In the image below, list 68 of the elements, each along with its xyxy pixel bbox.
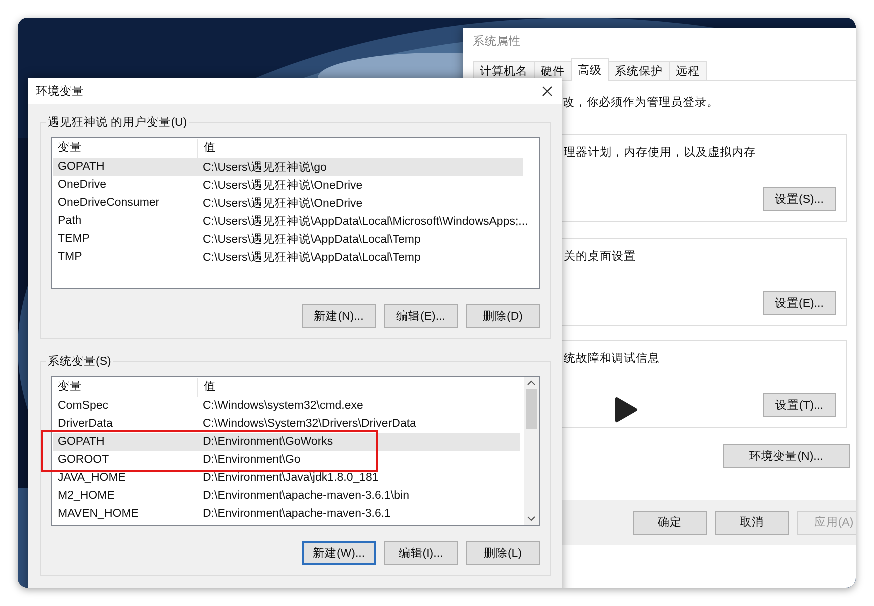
variable-name: M2_HOME [57, 490, 116, 502]
close-icon[interactable] [542, 86, 553, 96]
variable-name: TMP [57, 251, 84, 263]
variable-name: OneDriveConsumer [57, 197, 161, 209]
group-label: 系统变量(S) [46, 354, 114, 369]
group-description: 统故障和调试信息 [564, 352, 661, 367]
settings-button[interactable]: 设置(E)... [763, 291, 836, 315]
group-label: 遇见狂神说 的用户变量(U) [46, 115, 190, 130]
variable-row[interactable]: TEMP C:\Users\遇见狂神说\AppData\Local\Temp [53, 230, 523, 248]
variable-value: C:\Users\遇见狂神说\OneDrive [202, 196, 363, 210]
variable-value: C:\Users\遇见狂神说\AppData\Local\Temp [202, 232, 421, 246]
column-header[interactable]: 值 [198, 139, 216, 158]
column-header[interactable]: 变量 [53, 378, 198, 397]
group-description: 理器计划，内存使用，以及虚拟内存 [564, 146, 757, 161]
list-action-button[interactable]: 新建(W)... [302, 541, 376, 565]
tab[interactable]: 系统保护 [608, 61, 670, 80]
variable-name: DriverData [57, 418, 114, 430]
window-title: 环境变量 [36, 84, 84, 98]
settings-button[interactable]: 设置(T)... [763, 393, 836, 417]
window-title: 系统属性 [472, 34, 522, 50]
variable-value: C:\Users\遇见狂神说\go [202, 160, 327, 174]
play-icon[interactable] [614, 397, 638, 423]
list-action-button[interactable]: 删除(L) [466, 541, 540, 565]
variable-value: C:\Users\遇见狂神说\AppData\Local\Temp [202, 250, 421, 264]
list-action-button[interactable]: 编辑(I)... [384, 541, 458, 565]
variable-row[interactable]: GOROOT D:\Environment\Go [53, 451, 520, 469]
tab[interactable]: 远程 [669, 61, 707, 80]
column-header[interactable]: 值 [198, 378, 216, 397]
variable-row[interactable]: ComSpec C:\Windows\system32\cmd.exe [53, 397, 520, 415]
list-action-button[interactable]: 删除(D) [466, 304, 540, 328]
variable-name: GOROOT [57, 454, 110, 466]
variable-row[interactable]: TMP C:\Users\遇见狂神说\AppData\Local\Temp [53, 248, 523, 266]
variable-name: GOPATH [57, 161, 106, 173]
tab[interactable]: 高级 [571, 58, 609, 81]
settings-button[interactable]: 设置(S)... [763, 187, 836, 211]
dialog-button[interactable]: 确定 [633, 510, 707, 534]
list-action-button[interactable]: 新建(N)... [302, 304, 376, 328]
variable-row[interactable]: OneDrive C:\Users\遇见狂神说\OneDrive [53, 176, 523, 194]
variable-name: OneDrive [57, 179, 108, 191]
list-action-button[interactable]: 编辑(E)... [384, 304, 458, 328]
scrollbar-thumb[interactable] [526, 389, 537, 429]
variable-row[interactable]: JAVA_HOME D:\Environment\Java\jdk1.8.0_181 [53, 469, 520, 487]
variable-value: D:\Environment\Java\jdk1.8.0_181 [202, 472, 379, 484]
variable-name: Path [57, 215, 83, 227]
variable-value: C:\Users\遇见狂神说\OneDrive [202, 178, 363, 192]
tab[interactable]: 硬件 [534, 61, 572, 80]
variable-name: MAVEN_HOME [57, 508, 140, 520]
variable-row[interactable]: GOPATH C:\Users\遇见狂神说\go [53, 158, 523, 176]
variable-name: JAVA_HOME [57, 472, 127, 484]
variable-name: ComSpec [57, 400, 110, 412]
variable-name: GOPATH [57, 436, 106, 448]
variable-name: TEMP [57, 233, 91, 245]
variable-value: D:\Environment\GoWorks [202, 436, 334, 448]
group-description: 关的桌面设置 [564, 250, 637, 265]
notice-text: 改，你必须作为管理员登录。 [562, 96, 720, 111]
variable-value: D:\Environment\apache-maven-3.6.1\bin [202, 490, 410, 502]
dialog-button[interactable]: 取消 [715, 510, 789, 534]
variable-row[interactable]: M2_HOME D:\Environment\apache-maven-3.6.1\bin [53, 487, 520, 505]
variable-value: D:\Environment\Go [202, 454, 301, 466]
variable-row[interactable]: DriverData C:\Windows\System32\Drivers\DriverData [53, 415, 520, 433]
variable-value: C:\Windows\system32\cmd.exe [202, 400, 364, 412]
scrollbar[interactable] [524, 377, 539, 525]
variable-value: C:\Windows\System32\Drivers\DriverData [202, 418, 416, 430]
variable-value: C:\Users\遇见狂神说\AppData\Local\Microsoft\WindowsApps;... [202, 214, 528, 228]
environment-variables-button[interactable]: 环境变量(N)... [723, 444, 850, 468]
variable-value: D:\Environment\apache-maven-3.6.1 [202, 508, 391, 520]
variable-row[interactable]: MAVEN_HOME D:\Environment\apache-maven-3.6.1 [53, 505, 520, 523]
variable-row[interactable]: OneDriveConsumer C:\Users\遇见狂神说\OneDrive [53, 194, 523, 212]
